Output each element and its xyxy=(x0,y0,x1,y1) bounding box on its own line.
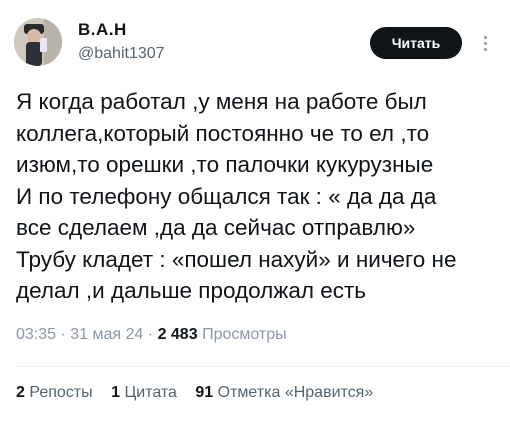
reposts-count: 2 xyxy=(16,384,25,401)
tweet-line: Я когда работал ,у меня на работе был xyxy=(16,89,427,114)
tweet-line: делал ,и дальше продолжал есть xyxy=(16,278,367,303)
avatar[interactable] xyxy=(14,18,62,66)
tweet-line: все сделаем ,да да сейчас отправлю» xyxy=(16,215,416,240)
follow-button[interactable]: Читать xyxy=(370,27,462,59)
quotes-label: Цитата xyxy=(124,384,177,401)
likes-label: Отметка «Нравится» xyxy=(217,384,374,401)
author-handle[interactable]: @bahit1307 xyxy=(78,45,165,63)
views-count: 2 483 xyxy=(157,326,198,343)
divider xyxy=(16,366,510,367)
tweet-line: коллега,который постоянно че то ел ,то xyxy=(16,120,430,146)
author-name[interactable]: В.А.Н xyxy=(78,20,127,40)
meta-separator: · xyxy=(60,326,66,343)
tweet-text: Я когда работал ,у меня на работе был ко… xyxy=(16,86,504,307)
quotes-count: 1 xyxy=(111,384,120,401)
reposts-stat[interactable]: 2 Репосты xyxy=(16,384,93,401)
tweet-line: Трубу кладет : «пошел нахуй» и ничего не xyxy=(16,246,457,272)
tweet-time[interactable]: 03:35 xyxy=(16,326,56,343)
likes-count: 91 xyxy=(195,384,214,401)
tweet-line: изюм,то орешки ,то палочки кукурузные xyxy=(16,152,434,177)
engagement-stats: 2 Репосты 1 Цитата 91 Отметка «Нравится» xyxy=(16,384,387,402)
tweet-line: И по телефону общался так : « да да да xyxy=(16,183,437,209)
meta-separator: · xyxy=(147,326,154,343)
views-label: Просмотры xyxy=(202,326,287,343)
tweet-date[interactable]: 31 мая 24 xyxy=(70,326,143,343)
quotes-stat[interactable]: 1 Цитата xyxy=(111,384,177,401)
reposts-label: Репосты xyxy=(29,384,93,401)
likes-stat[interactable]: 91 Отметка «Нравится» xyxy=(195,384,373,401)
more-vertical-icon[interactable] xyxy=(478,30,492,56)
tweet-meta: 03:35 · 31 мая 24 · 2 483 Просмотры xyxy=(16,326,287,344)
